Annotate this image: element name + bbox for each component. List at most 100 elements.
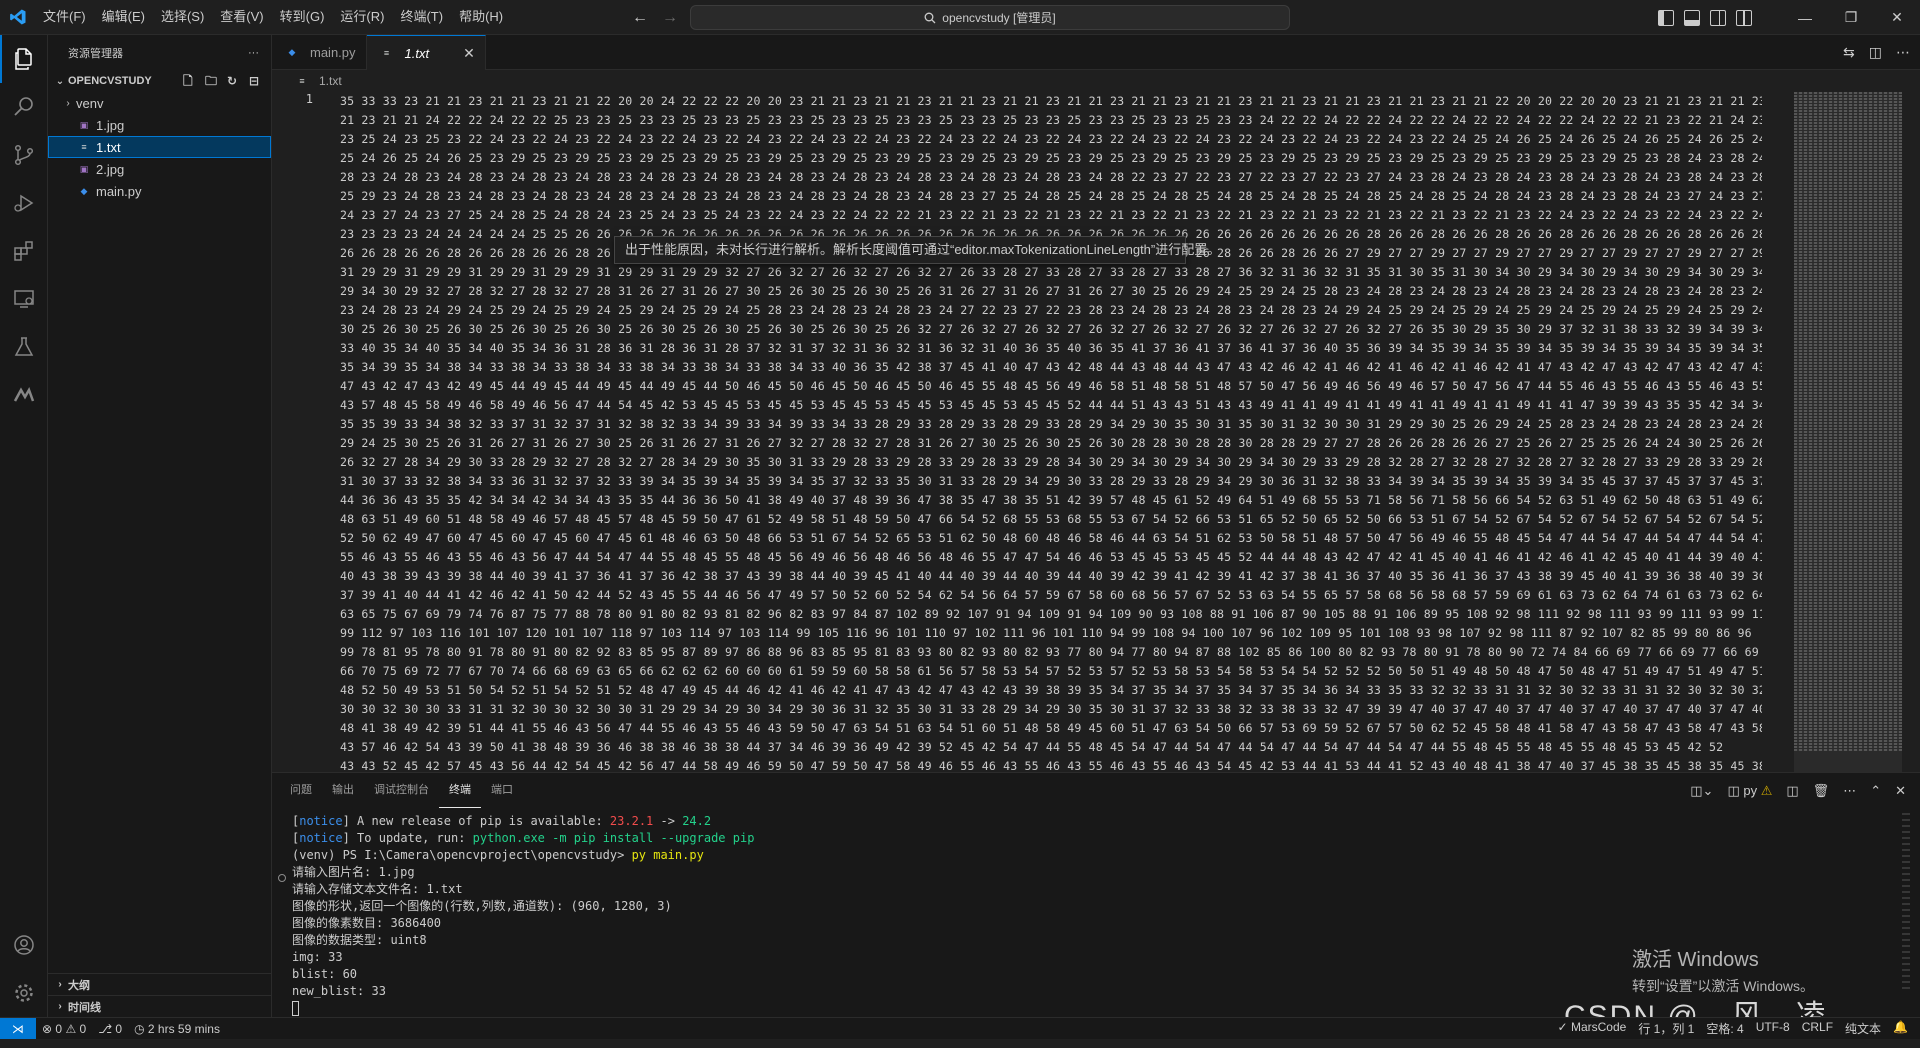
menu-selection[interactable]: 选择(S)	[153, 5, 212, 29]
menu-go[interactable]: 转到(G)	[272, 5, 333, 29]
marscode-icon[interactable]	[0, 371, 48, 419]
explorer-sidebar: 资源管理器 ··· ⌄ OPENCVSTUDY 🗋 🗀 ↻ ⊟ › venv ▣…	[48, 35, 272, 1017]
chevron-right-icon: ›	[66, 97, 70, 109]
tree-item-venv[interactable]: › venv	[48, 92, 271, 114]
line-number: 1	[305, 92, 313, 106]
menu-run[interactable]: 运行(R)	[332, 5, 392, 29]
new-folder-icon[interactable]: 🗀	[205, 74, 219, 88]
menu-file[interactable]: 文件(F)	[35, 5, 94, 29]
editor-actions: ⇆ ◫ ⋯	[1843, 35, 1910, 70]
code-line: 23 24 28 23 24 29 24 25 29 24 25 29 24 2…	[340, 303, 1762, 317]
chevron-right-icon: ›	[58, 979, 62, 990]
tree-item-1-txt[interactable]: ≡ 1.txt	[48, 136, 271, 158]
tab-terminal[interactable]: 终端	[439, 773, 481, 808]
text-editor[interactable]: 1 35 33 33 23 21 21 23 21 21 23 21 21 22…	[272, 92, 1920, 772]
terminal-scrollbar[interactable]	[1902, 813, 1910, 993]
watermark-title: 激活 Windows	[1632, 949, 1759, 971]
toggle-primary-sidebar-icon[interactable]	[1658, 9, 1674, 26]
tree-item-2-jpg[interactable]: ▣ 2.jpg	[48, 158, 271, 180]
testing-flask-icon[interactable]	[0, 323, 48, 371]
code-line: 43 57 48 45 58 49 46 58 49 46 56 47 44 5…	[340, 398, 1762, 412]
maximize-panel-icon[interactable]: ⌃	[1870, 783, 1881, 799]
explorer-icon[interactable]	[0, 35, 48, 83]
tab-1-txt[interactable]: ≡ 1.txt ✕	[366, 35, 486, 70]
search-icon	[924, 12, 936, 23]
language-mode[interactable]: 纯文本	[1839, 1020, 1887, 1037]
workspace-folder-name: OPENCVSTUDY	[68, 75, 152, 87]
more-actions-icon[interactable]: ⋯	[1896, 44, 1910, 61]
notice-tag: notice	[299, 814, 343, 828]
indentation[interactable]: 空格: 4	[1700, 1020, 1749, 1037]
back-arrow-icon[interactable]: ←	[630, 8, 650, 28]
forward-arrow-icon[interactable]: →	[660, 8, 680, 28]
notifications-bell-icon[interactable]: 🔔	[1887, 1020, 1914, 1037]
command-center-search[interactable]: opencvstudy [管理员]	[690, 5, 1290, 30]
extensions-icon[interactable]	[0, 227, 48, 275]
editor-content[interactable]: 35 33 33 23 21 21 23 21 21 23 21 21 22 2…	[340, 92, 1762, 772]
code-line: 43 57 46 42 54 43 39 50 41 38 48 39 36 4…	[340, 740, 1724, 754]
kill-terminal-icon[interactable]: 🗑	[1813, 783, 1830, 799]
workspace-folder-header[interactable]: ⌄ OPENCVSTUDY 🗋 🗀 ↻ ⊟	[48, 70, 271, 92]
code-line: 29 34 30 29 32 27 28 32 27 28 32 27 28 3…	[340, 284, 1762, 298]
menu-view[interactable]: 查看(V)	[212, 5, 271, 29]
tab-output[interactable]: 输出	[322, 773, 364, 808]
python-file-icon: ◆	[80, 185, 88, 196]
tree-item-1-jpg[interactable]: ▣ 1.jpg	[48, 114, 271, 136]
restore-button[interactable]: ❐	[1828, 0, 1874, 35]
minimap[interactable]	[1794, 92, 1902, 772]
toggle-secondary-sidebar-icon[interactable]	[1710, 9, 1726, 26]
warning-icon: ⚠	[65, 1021, 77, 1036]
close-tab-icon[interactable]: ✕	[463, 45, 475, 62]
refresh-icon[interactable]: ↻	[227, 74, 241, 88]
terminal-line: 图像的数据类型: uint8	[292, 933, 427, 947]
marscode-status[interactable]: ✓ MarsCode	[1552, 1020, 1633, 1037]
more-actions-icon[interactable]: ···	[248, 47, 259, 59]
terminal-shell-selector[interactable]: ◫ py ⚠	[1727, 783, 1772, 799]
chevron-right-icon: ›	[58, 1001, 62, 1012]
minimize-button[interactable]: —	[1782, 0, 1828, 35]
problems-status[interactable]: ⊗ 0 ⚠ 0	[36, 1022, 92, 1036]
menu-terminal[interactable]: 终端(T)	[392, 5, 451, 29]
terminal-output[interactable]: [notice] A new release of pip is availab…	[292, 813, 754, 1017]
customize-layout-icon[interactable]	[1736, 9, 1752, 26]
notice-tag: notice	[299, 831, 343, 845]
remote-indicator-icon[interactable]: ⋊	[0, 1017, 36, 1040]
collapse-all-icon[interactable]: ⊟	[249, 74, 263, 88]
command-decoration-icon[interactable]	[278, 874, 286, 882]
line-ending[interactable]: CRLF	[1796, 1020, 1839, 1037]
accounts-icon[interactable]	[0, 921, 48, 969]
compare-icon[interactable]: ⇆	[1843, 44, 1855, 61]
coding-time-status[interactable]: ◷ 2 hrs 59 mins	[128, 1022, 226, 1036]
close-panel-icon[interactable]: ✕	[1895, 783, 1906, 799]
new-file-icon[interactable]: 🗋	[183, 74, 197, 88]
run-and-debug-icon[interactable]	[0, 179, 48, 227]
menu-edit[interactable]: 编辑(E)	[94, 5, 153, 29]
source-control-icon[interactable]	[0, 131, 48, 179]
split-editor-icon[interactable]: ◫	[1869, 44, 1882, 61]
toggle-panel-icon[interactable]	[1684, 9, 1700, 26]
tab-main-py[interactable]: ◆ main.py	[272, 35, 367, 70]
ports-status[interactable]: ⎇ 0	[92, 1022, 128, 1036]
tree-item-label: 1.txt	[96, 139, 121, 155]
panel-tab-bar: 问题 输出 调试控制台 终端 端口	[272, 773, 1920, 808]
more-actions-icon[interactable]: ⋯	[1843, 783, 1856, 799]
text-file-icon: ≡	[383, 48, 390, 58]
tab-debug-console[interactable]: 调试控制台	[364, 773, 439, 808]
tab-problems[interactable]: 问题	[280, 773, 322, 808]
settings-gear-icon[interactable]	[0, 969, 48, 1017]
search-icon[interactable]	[0, 83, 48, 131]
minimap-slider[interactable]	[1794, 92, 1902, 772]
menu-help[interactable]: 帮助(H)	[451, 5, 511, 29]
cursor-position[interactable]: 行 1，列 1	[1632, 1020, 1700, 1037]
outline-section-header[interactable]: › 大纲	[48, 973, 271, 995]
remote-explorer-icon[interactable]	[0, 275, 48, 323]
timeline-section-header[interactable]: › 时间线	[48, 995, 271, 1017]
breadcrumb-item[interactable]: 1.txt	[319, 74, 342, 88]
new-terminal-icon[interactable]: ◫⌄	[1690, 783, 1713, 799]
encoding[interactable]: UTF-8	[1750, 1020, 1796, 1037]
split-terminal-icon[interactable]: ◫	[1786, 783, 1798, 799]
bottom-panel: 问题 输出 调试控制台 终端 端口 ◫⌄ ◫ py ⚠ ◫ 🗑 ⋯ ⌃ ✕ [n…	[272, 772, 1920, 1033]
tree-item-main-py[interactable]: ◆ main.py	[48, 180, 271, 202]
tab-ports[interactable]: 端口	[481, 773, 523, 808]
close-window-button[interactable]: ✕	[1874, 0, 1920, 35]
